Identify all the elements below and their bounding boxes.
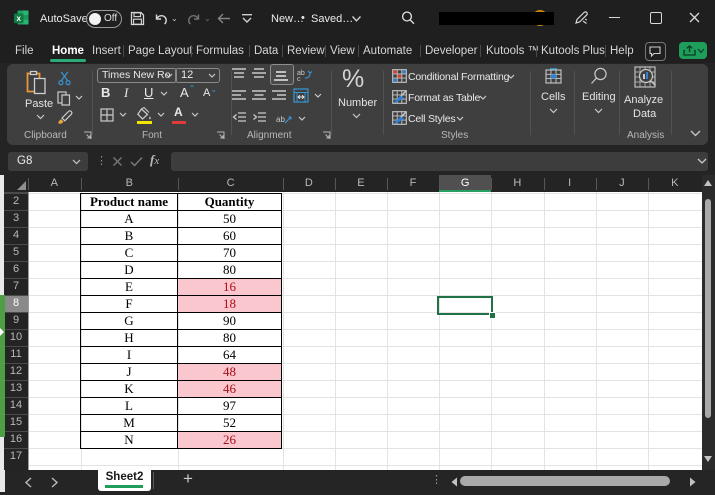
svg-text:ab: ab	[276, 115, 285, 124]
svg-text:x: x	[16, 14, 21, 23]
svg-text:c: c	[297, 76, 301, 81]
